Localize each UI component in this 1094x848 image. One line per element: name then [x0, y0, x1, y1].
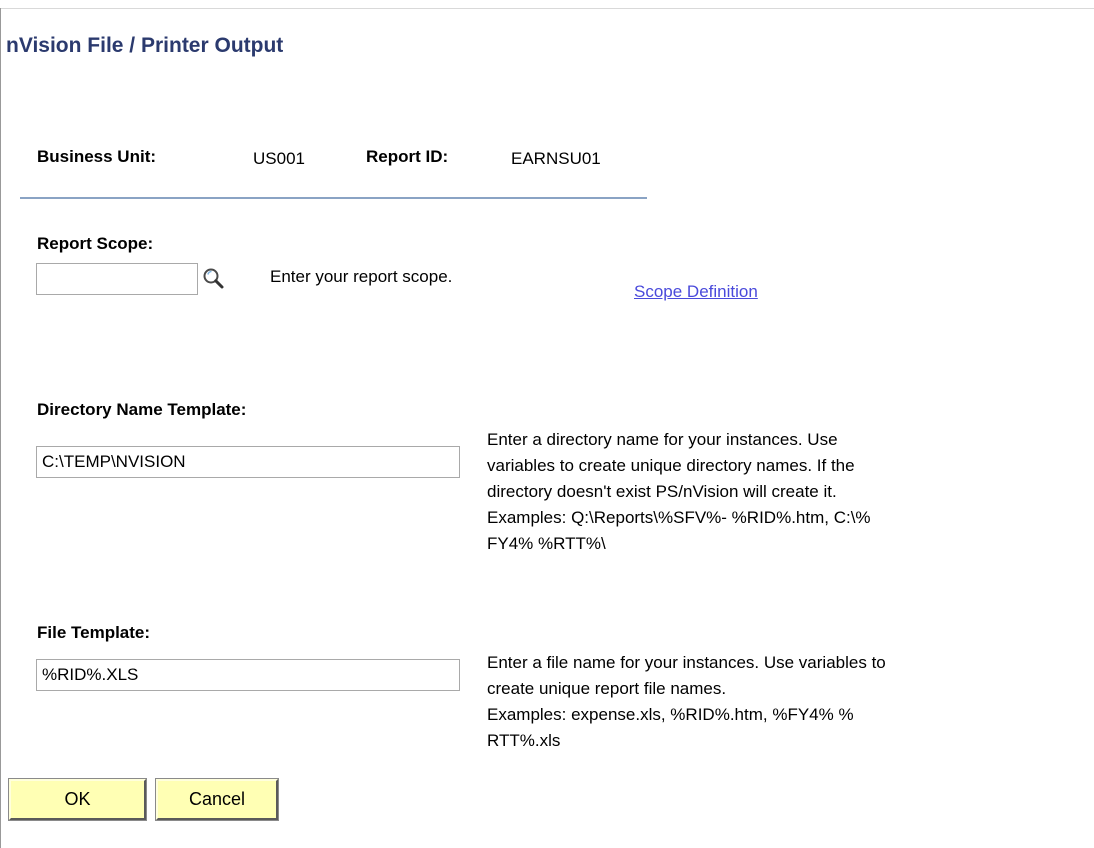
directory-template-label: Directory Name Template: — [37, 400, 247, 419]
frame-top-border — [0, 8, 1094, 9]
cancel-button[interactable]: Cancel — [155, 778, 279, 821]
directory-template-input[interactable] — [36, 446, 460, 478]
directory-hint-line: directory doesn't exist PS/nVision will … — [487, 482, 837, 501]
report-scope-input[interactable] — [36, 263, 198, 295]
header-divider — [20, 197, 647, 199]
report-id-value: EARNSU01 — [511, 149, 601, 168]
directory-hint-line: variables to create unique directory nam… — [487, 456, 855, 475]
file-hint-line: Enter a file name for your instances. Us… — [487, 653, 886, 672]
frame-left-border — [0, 8, 1, 848]
file-hint-line: Examples: expense.xls, %RID%.htm, %FY4% … — [487, 705, 854, 724]
scope-definition-link[interactable]: Scope Definition — [634, 282, 758, 302]
file-template-input[interactable] — [36, 659, 460, 691]
file-template-hint: Enter a file name for your instances. Us… — [487, 650, 1077, 754]
directory-template-hint: Enter a directory name for your instance… — [487, 427, 1067, 557]
page-title: nVision File / Printer Output — [6, 34, 284, 57]
report-scope-hint: Enter your report scope. — [270, 267, 453, 286]
directory-hint-line: Examples: Q:\Reports\%SFV%- %RID%.htm, C… — [487, 508, 871, 527]
file-hint-line: create unique report file names. — [487, 679, 727, 698]
ok-button[interactable]: OK — [8, 778, 147, 821]
business-unit-value: US001 — [253, 149, 305, 168]
magnifier-icon[interactable] — [201, 266, 227, 292]
report-scope-label: Report Scope: — [37, 234, 154, 253]
business-unit-label: Business Unit: — [37, 147, 157, 166]
report-id-label: Report ID: — [366, 147, 449, 166]
directory-hint-line: FY4% %RTT%\ — [487, 534, 606, 553]
file-template-label: File Template: — [37, 623, 151, 642]
file-hint-line: RTT%.xls — [487, 731, 561, 750]
directory-hint-line: Enter a directory name for your instance… — [487, 430, 838, 449]
